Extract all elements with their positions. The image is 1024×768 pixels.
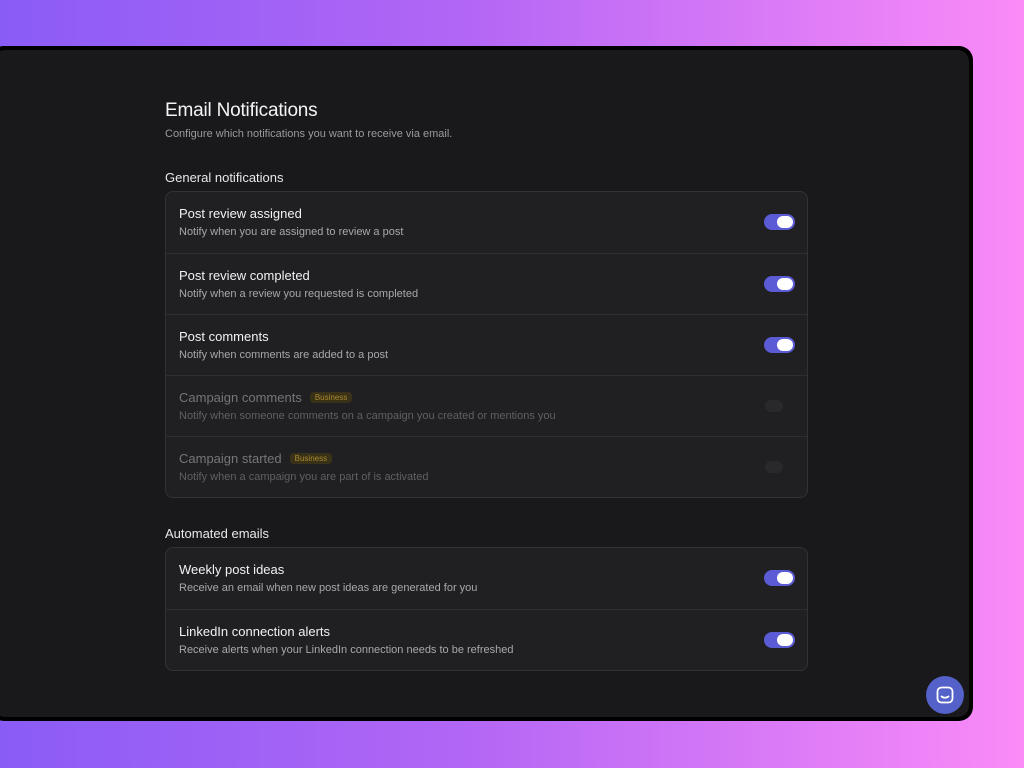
app-window: Email Notifications Configure which noti…: [0, 46, 973, 721]
business-badge: Business: [289, 453, 333, 464]
chat-support-button[interactable]: [926, 676, 964, 714]
row-description: Notify when you are assigned to review a…: [179, 226, 404, 238]
business-badge: Business: [309, 392, 353, 403]
general-notifications-card: Post review assigned Notify when you are…: [165, 191, 808, 498]
toggle-campaign-started: [765, 461, 783, 473]
row-title: Post review assigned: [179, 206, 302, 221]
toggle-knob: [777, 339, 793, 351]
notification-row-campaign-comments: Campaign comments Business Notify when so…: [166, 375, 807, 436]
toggle-weekly-post-ideas[interactable]: [764, 570, 795, 586]
row-title: LinkedIn connection alerts: [179, 624, 331, 639]
toggle-knob: [777, 278, 793, 290]
row-description: Notify when someone comments on a campai…: [179, 410, 556, 422]
row-description: Notify when a review you requested is co…: [179, 288, 419, 300]
section-title-general: General notifications: [165, 170, 284, 185]
row-title: Campaign started Business: [179, 451, 333, 466]
row-title: Weekly post ideas: [179, 562, 285, 577]
automated-row-weekly-post-ideas: Weekly post ideas Receive an email when …: [166, 548, 807, 609]
toggle-post-comments[interactable]: [764, 337, 795, 353]
toggle-knob: [777, 634, 793, 646]
automated-emails-card: Weekly post ideas Receive an email when …: [165, 547, 808, 671]
notification-row-campaign-started: Campaign started Business Notify when a c…: [166, 436, 807, 497]
row-description: Notify when a campaign you are part of i…: [179, 471, 429, 483]
toggle-knob: [777, 572, 793, 584]
row-description: Notify when comments are added to a post: [179, 349, 389, 361]
row-title: Post review completed: [179, 268, 310, 283]
page-title: Email Notifications: [165, 100, 318, 121]
toggle-linkedin-connection-alerts[interactable]: [764, 632, 795, 648]
chat-icon: [936, 686, 954, 704]
notification-row-post-review-assigned: Post review assigned Notify when you are…: [166, 192, 807, 253]
row-description: Receive an email when new post ideas are…: [179, 582, 478, 594]
row-title: Post comments: [179, 329, 269, 344]
toggle-campaign-comments: [765, 400, 783, 412]
page-subtitle: Configure which notifications you want t…: [165, 128, 453, 140]
notification-row-post-review-completed: Post review completed Notify when a revi…: [166, 253, 807, 314]
row-title: Campaign comments Business: [179, 390, 353, 405]
automated-row-linkedin-connection-alerts: LinkedIn connection alerts Receive alert…: [166, 609, 807, 670]
notification-row-post-comments: Post comments Notify when comments are a…: [166, 314, 807, 375]
toggle-knob: [777, 216, 793, 228]
row-description: Receive alerts when your LinkedIn connec…: [179, 644, 514, 656]
section-title-automated: Automated emails: [165, 526, 270, 541]
toggle-post-review-assigned[interactable]: [764, 214, 795, 230]
settings-panel: Email Notifications Configure which noti…: [0, 50, 969, 717]
toggle-post-review-completed[interactable]: [764, 276, 795, 292]
